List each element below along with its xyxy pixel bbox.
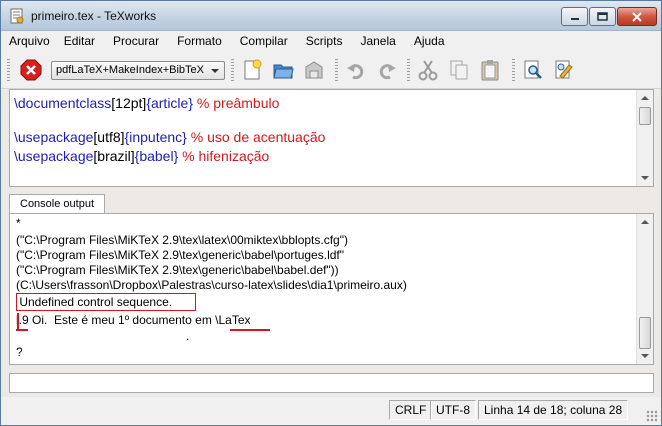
find-icon (524, 60, 542, 79)
copy-icon (450, 60, 468, 80)
toolbar: pdfLaTeX+MakeIndex+BibTeX (1, 51, 661, 89)
console-line: ("C:\Program Files\MiKTeX 2.9\tex\latex\… (16, 233, 348, 247)
scroll-up-button[interactable] (637, 90, 653, 106)
latex-argument: {inputenc} (124, 129, 187, 145)
replace-button[interactable] (550, 56, 578, 84)
latex-comment: % hifenização (178, 148, 270, 164)
close-button[interactable] (617, 7, 657, 26)
minimize-icon (570, 17, 579, 20)
scroll-down-button[interactable] (637, 348, 653, 364)
save-button[interactable] (300, 56, 328, 84)
resize-grip-icon[interactable] (646, 410, 658, 422)
close-icon (632, 11, 642, 22)
console-input[interactable] (9, 373, 654, 393)
stop-typeset-icon (20, 59, 42, 81)
minimize-button[interactable] (561, 7, 588, 26)
toolbar-grip[interactable] (512, 59, 515, 81)
latex-argument: {article} (146, 95, 194, 111)
cut-button[interactable] (414, 56, 442, 84)
replace-icon (555, 60, 573, 79)
latex-command: \usepackage (14, 129, 94, 145)
toolbar-grip[interactable] (335, 59, 338, 81)
arrow-down-icon (641, 354, 649, 358)
pane-splitter[interactable] (1, 188, 661, 192)
error-context-line: l.9 Oi. Este é meu 1º documento em \LaTe… (16, 313, 251, 327)
paste-icon (481, 60, 499, 81)
arrow-up-icon (641, 96, 649, 100)
cursor-position[interactable]: Linha 14 de 18; coluna 28 (478, 400, 629, 420)
save-icon (305, 61, 323, 79)
menu-ajuda[interactable]: Ajuda (414, 34, 445, 48)
console-line: * (16, 216, 21, 230)
menu-arquivo[interactable]: Arquivo (9, 34, 50, 48)
menu-procurar[interactable]: Procurar (113, 34, 159, 48)
open-folder-icon (273, 64, 294, 79)
latex-comment: % uso de acentuação (186, 129, 326, 145)
redo-button[interactable] (373, 56, 401, 84)
texworks-app-icon (10, 8, 24, 24)
open-button[interactable] (269, 56, 297, 84)
source-editor[interactable]: \documentclass[12pt]{article} % preâmbul… (9, 89, 654, 187)
texworks-window: primeiro.tex - TeXworks Arquivo Editar P… (0, 0, 662, 426)
encoding-indicator[interactable]: UTF-8 (430, 400, 476, 420)
scroll-thumb[interactable] (639, 107, 651, 125)
latex-command: \documentclass (14, 95, 112, 111)
latex-comment: % preâmbulo (193, 95, 280, 111)
error-line-marker (17, 313, 19, 329)
menu-janela[interactable]: Janela (360, 34, 395, 48)
window-title: primeiro.tex - TeXworks (31, 9, 157, 23)
line-ending-indicator[interactable]: CRLF (389, 400, 433, 420)
arrow-up-icon (641, 220, 649, 224)
latex-argument: {babel} (134, 148, 179, 164)
chevron-down-icon (211, 69, 219, 73)
menu-formato[interactable]: Formato (177, 34, 222, 48)
tab-console-output[interactable]: Console output (9, 194, 105, 214)
paste-button[interactable] (476, 56, 504, 84)
menu-compilar[interactable]: Compilar (240, 34, 288, 48)
toolbar-grip[interactable] (407, 59, 410, 81)
typeset-engine-select[interactable]: pdfLaTeX+MakeIndex+BibTeX (51, 61, 225, 80)
latex-option: [utf8] (93, 129, 125, 145)
error-message: Undefined control sequence. (16, 295, 173, 309)
editor-scrollbar[interactable] (636, 90, 653, 186)
arrow-down-icon (641, 176, 649, 180)
latex-option: [12pt] (111, 95, 147, 111)
console-line: ("C:\Program Files\MiKTeX 2.9\tex\generi… (16, 248, 344, 262)
menu-bar: Arquivo Editar Procurar Formato Compilar… (1, 31, 661, 51)
console-line: ("C:\Program Files\MiKTeX 2.9\tex\generi… (16, 263, 339, 277)
undo-icon (347, 64, 364, 80)
console-scrollbar[interactable] (636, 214, 653, 364)
console-line: . (16, 329, 190, 343)
editor-line: \documentclass[12pt]{article} % preâmbul… (14, 95, 279, 111)
menu-scripts[interactable]: Scripts (306, 34, 343, 48)
stop-typeset-button[interactable] (17, 56, 45, 84)
title-bar[interactable]: primeiro.tex - TeXworks (1, 1, 661, 31)
scroll-thumb[interactable] (639, 317, 651, 349)
console-output[interactable]: * ("C:\Program Files\MiKTeX 2.9\tex\late… (9, 213, 654, 365)
editor-line: \usepackage[brazil]{babel} % hifenização (14, 148, 269, 164)
undo-button[interactable] (342, 56, 370, 84)
status-bar: CRLF UTF-8 Linha 14 de 18; coluna 28 (1, 397, 661, 425)
new-document-icon (244, 59, 262, 80)
scroll-down-button[interactable] (637, 170, 653, 186)
copy-button[interactable] (445, 56, 473, 84)
latex-command: \usepackage (14, 148, 94, 164)
maximize-button[interactable] (589, 7, 616, 26)
toolbar-grip[interactable] (231, 59, 234, 81)
scroll-up-button[interactable] (637, 214, 653, 230)
cut-icon (418, 60, 438, 81)
redo-icon (379, 64, 396, 80)
latex-option: [brazil] (93, 148, 135, 164)
find-button[interactable] (519, 56, 547, 84)
console-prompt: ? (16, 345, 23, 359)
error-command-underline (230, 329, 270, 331)
new-document-button[interactable] (238, 56, 266, 84)
maximize-icon (597, 12, 608, 21)
toolbar-grip[interactable] (7, 59, 10, 81)
editor-line: \usepackage[utf8]{inputenc} % uso de ace… (14, 129, 325, 145)
menu-editar[interactable]: Editar (64, 34, 95, 48)
typeset-engine-value: pdfLaTeX+MakeIndex+BibTeX (56, 64, 204, 76)
console-line: (C:\Users\frasson\Dropbox\Palestras\curs… (16, 278, 407, 292)
